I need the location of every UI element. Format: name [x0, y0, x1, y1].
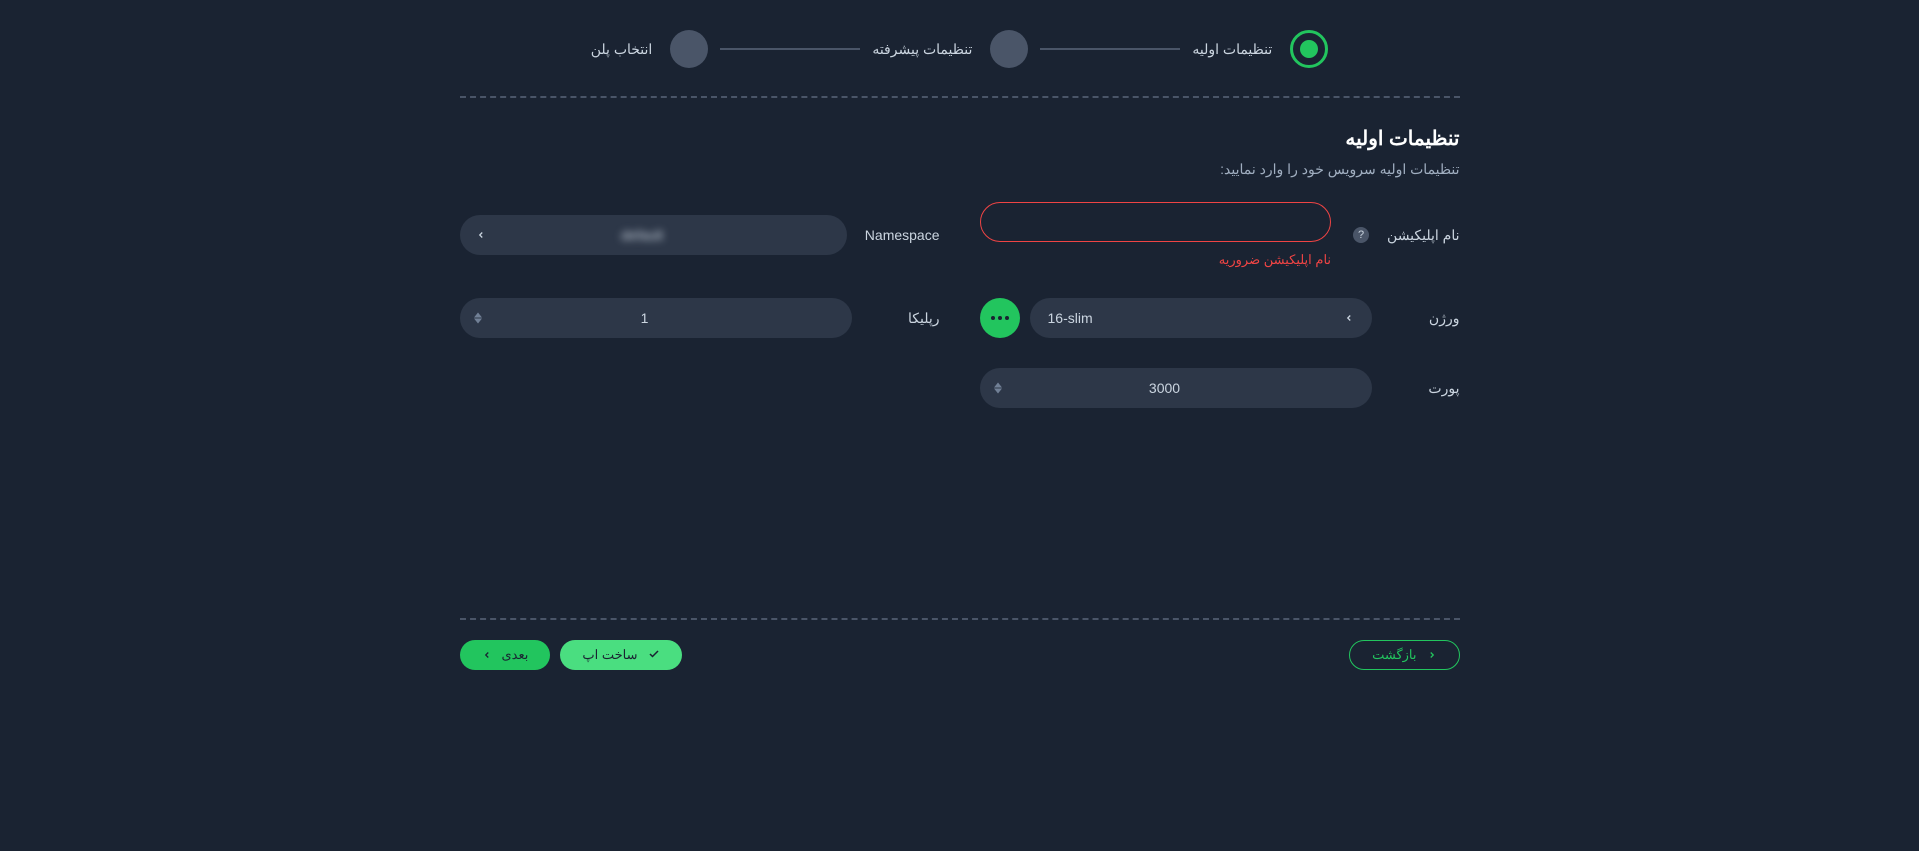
- create-app-button[interactable]: ساخت اپ: [560, 640, 681, 670]
- version-value: 16-slim: [1048, 310, 1093, 326]
- port-label: پورت: [1390, 380, 1460, 397]
- port-input-wrap: [980, 368, 1372, 408]
- version-label: ورژن: [1390, 310, 1460, 327]
- step-circle: [670, 30, 708, 68]
- step-circle: [990, 30, 1028, 68]
- help-icon[interactable]: ?: [1353, 227, 1369, 243]
- form-grid: نام اپلیکیشن ? نام اپلیکیشن ضروریه Names…: [460, 202, 1460, 338]
- spinner: [994, 383, 1002, 394]
- page-subtitle: تنظیمات اولیه سرویس خود را وارد نمایید:: [460, 161, 1460, 178]
- spinner-up-icon[interactable]: [994, 383, 1002, 388]
- step-label: تنظیمات پیشرفته: [872, 41, 972, 58]
- app-name-row: نام اپلیکیشن ? نام اپلیکیشن ضروریه: [980, 202, 1460, 268]
- version-row: ورژن 16-slim: [980, 298, 1460, 338]
- chevron-left-icon: [482, 648, 492, 663]
- namespace-row: Namespace default: [460, 202, 940, 268]
- step-line: [1040, 48, 1180, 50]
- divider: [460, 96, 1460, 98]
- check-icon: [648, 648, 660, 663]
- step-label: انتخاب پلن: [591, 41, 653, 58]
- chevron-right-icon: [1427, 648, 1437, 663]
- port-input[interactable]: [998, 368, 1332, 408]
- step-circle-active: [1290, 30, 1328, 68]
- chevron-left-icon: [1344, 310, 1354, 326]
- replica-input-wrap: [460, 298, 852, 338]
- replica-input[interactable]: [478, 298, 812, 338]
- spinner-down-icon[interactable]: [474, 319, 482, 324]
- step-initial-settings[interactable]: تنظیمات اولیه: [1192, 30, 1328, 68]
- namespace-label: Namespace: [865, 227, 940, 243]
- app-name-input[interactable]: [980, 202, 1332, 242]
- page-title: تنظیمات اولیه: [460, 126, 1460, 151]
- replica-row: رپلیکا: [460, 298, 940, 338]
- namespace-select[interactable]: default: [460, 215, 847, 255]
- namespace-value: default: [621, 227, 663, 243]
- spinner: [474, 313, 482, 324]
- step-plan-select[interactable]: انتخاب پلن: [591, 30, 709, 68]
- replica-label: رپلیکا: [870, 310, 940, 327]
- step-line: [720, 48, 860, 50]
- spinner-down-icon[interactable]: [994, 389, 1002, 394]
- next-label: بعدی: [502, 647, 529, 663]
- next-button[interactable]: بعدی: [460, 640, 551, 670]
- chevron-left-icon: [476, 227, 486, 243]
- port-grid: پورت: [460, 368, 1460, 408]
- version-options-button[interactable]: [980, 298, 1020, 338]
- create-label: ساخت اپ: [582, 647, 637, 663]
- section-header: تنظیمات اولیه تنظیمات اولیه سرویس خود را…: [460, 126, 1460, 178]
- app-name-error: نام اپلیکیشن ضروریه: [980, 252, 1332, 268]
- step-advanced-settings[interactable]: تنظیمات پیشرفته: [872, 30, 1028, 68]
- spinner-up-icon[interactable]: [474, 313, 482, 318]
- stepper: تنظیمات اولیه تنظیمات پیشرفته انتخاب پلن: [460, 30, 1460, 68]
- port-row: پورت: [980, 368, 1460, 408]
- back-label: بازگشت: [1372, 647, 1416, 663]
- footer: بازگشت ساخت اپ بعدی: [460, 640, 1460, 670]
- dots-icon: [991, 316, 1009, 320]
- step-label: تنظیمات اولیه: [1192, 41, 1272, 58]
- version-select[interactable]: 16-slim: [1030, 298, 1372, 338]
- app-name-label: نام اپلیکیشن: [1387, 227, 1459, 244]
- back-button[interactable]: بازگشت: [1349, 640, 1459, 670]
- divider: [460, 618, 1460, 620]
